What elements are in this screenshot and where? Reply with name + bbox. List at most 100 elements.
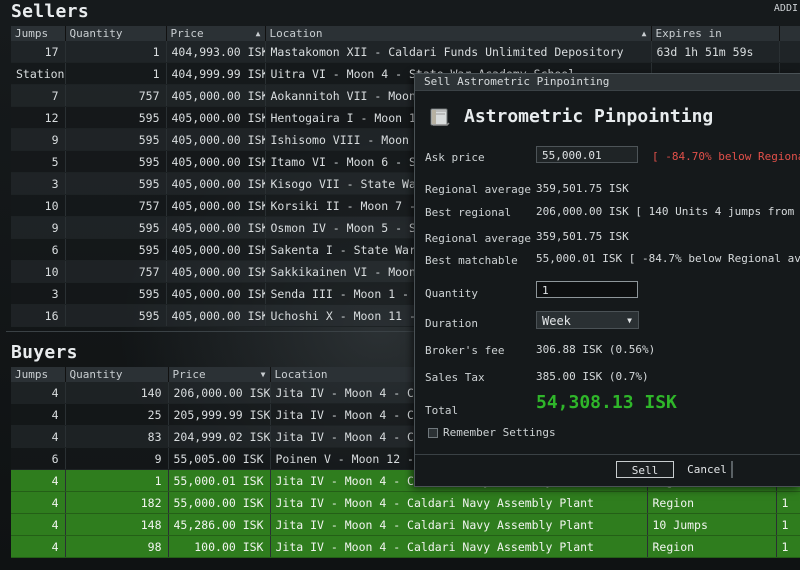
item-name: Astrometric Pinpointing: [464, 106, 714, 127]
table-row[interactable]: 4 98 100.00 ISK Jita IV - Moon 4 - Caldari …: [11, 535, 800, 558]
sales-tax-label: Sales Tax: [425, 371, 485, 384]
cell-jumps: 6: [11, 238, 66, 261]
remember-settings-label[interactable]: Remember Settings: [443, 426, 556, 439]
cell-quantity: 595: [65, 106, 167, 129]
duration-select[interactable]: Week ▼: [536, 311, 639, 329]
regional-average-2-label: Regional average: [425, 232, 531, 245]
duration-label: Duration: [425, 317, 478, 330]
cell-jumps: 5: [11, 150, 66, 173]
cell-jumps: 4: [11, 491, 66, 514]
table-row[interactable]: 17 1 404,993.00 ISK Mastakomon XII - Caldar…: [11, 41, 800, 63]
cell-quantity: 1: [65, 41, 167, 63]
sell-button[interactable]: Sell: [616, 461, 674, 478]
cell-location: Jita IV - Moon 4 - Caldari Navy Assembly…: [270, 513, 648, 536]
best-regional-label: Best regional: [425, 206, 512, 219]
cell-jumps: 6: [11, 447, 66, 470]
cell-quantity: 9: [65, 447, 169, 470]
cell-quantity: 1: [65, 62, 167, 85]
table-row[interactable]: 4 182 55,000.00 ISK Jita IV - Moon 4 - Cald…: [11, 491, 800, 514]
brokers-fee-value: 306.88 ISK (0.56%): [536, 343, 656, 356]
cell-price: 100.00 ISK: [168, 535, 271, 558]
cell-jumps: 9: [11, 128, 66, 151]
cell-price: 404,999.99 ISK: [166, 62, 266, 85]
cell-quantity: 182: [65, 491, 169, 514]
dialog-footer-divider: [415, 454, 800, 455]
best-matchable-label: Best matchable: [425, 254, 518, 267]
cell-jumps: 7: [11, 84, 66, 107]
ask-price-label: Ask price: [425, 151, 485, 164]
regional-average-label: Regional average: [425, 183, 531, 196]
cell-jumps: 17: [11, 41, 66, 63]
ask-price-input[interactable]: 55,000.01: [536, 146, 638, 163]
sales-tax-value: 385.00 ISK (0.7%): [536, 370, 649, 383]
col-quantity[interactable]: Quantity: [65, 26, 167, 41]
cell-jumps: 3: [11, 172, 66, 195]
cell-location: Jita IV - Moon 4 - Caldari Navy Assembly…: [270, 491, 648, 514]
quantity-input[interactable]: 1: [536, 281, 638, 298]
cell-price: 405,000.00 ISK: [166, 282, 266, 305]
cell-price: 405,000.00 ISK: [166, 260, 266, 283]
cell-price: 405,000.00 ISK: [166, 150, 266, 173]
cell-price: 206,000.00 ISK: [168, 382, 271, 404]
total-label: Total: [425, 404, 459, 417]
col-expires[interactable]: Expires in: [651, 26, 780, 41]
total-value: 54,308.13 ISK: [536, 392, 677, 413]
cell-quantity: 148: [65, 513, 169, 536]
cell-jumps: 10: [11, 260, 66, 283]
col-price[interactable]: Price: [166, 26, 266, 41]
sellers-title: Sellers: [11, 1, 89, 22]
best-matchable-value: 55,000.01 ISK [ -84.7% below Regional av…: [536, 252, 800, 265]
cell-quantity: 595: [65, 128, 167, 151]
cell-jumps: 12: [11, 106, 66, 129]
col-price[interactable]: Price: [168, 367, 271, 382]
table-row[interactable]: 4 148 45,286.00 ISK Jita IV - Moon 4 - Cald…: [11, 513, 800, 536]
cell-price: 45,286.00 ISK: [168, 513, 271, 536]
col-jumps[interactable]: Jumps: [11, 367, 66, 382]
cell-quantity: 595: [65, 304, 167, 327]
cell-jumps: 4: [11, 382, 66, 404]
dialog-titlebar[interactable]: Sell Astrometric Pinpointing: [415, 74, 800, 91]
col-quantity[interactable]: Quantity: [65, 367, 169, 382]
cell-quantity: 140: [65, 382, 169, 404]
cell-quantity: 757: [65, 260, 167, 283]
cell-quantity: 25: [65, 403, 169, 426]
col-location[interactable]: Location: [265, 26, 652, 41]
cancel-button[interactable]: Cancel: [683, 461, 733, 478]
cell-jumps: Station: [11, 62, 66, 85]
cell-range: Region: [647, 535, 777, 558]
col-extra[interactable]: [779, 26, 800, 41]
cell-pad: [779, 41, 800, 63]
duration-value: Week: [542, 314, 571, 328]
cell-extra: 1: [776, 535, 800, 558]
top-right-label[interactable]: ADDI: [774, 3, 798, 14]
cell-jumps: 4: [11, 469, 66, 492]
cell-quantity: 595: [65, 150, 167, 173]
cell-price: 205,999.99 ISK: [168, 403, 271, 426]
book-icon: [429, 106, 451, 128]
cell-quantity: 98: [65, 535, 169, 558]
cell-jumps: 9: [11, 216, 66, 239]
col-jumps[interactable]: Jumps: [11, 26, 66, 41]
cell-quantity: 1: [65, 469, 169, 492]
sellers-header-row: Jumps Quantity Price Location Expires in: [11, 26, 800, 41]
cell-jumps: 4: [11, 535, 66, 558]
cell-price: 404,993.00 ISK: [166, 41, 266, 63]
cell-quantity: 757: [65, 84, 167, 107]
ask-price-note: [ -84.70% below Regional: [652, 150, 800, 163]
cell-location: Jita IV - Moon 4 - Caldari Navy Assembly…: [270, 535, 648, 558]
cell-quantity: 83: [65, 425, 169, 448]
cell-jumps: 10: [11, 194, 66, 217]
cell-quantity: 595: [65, 238, 167, 261]
cell-price: 405,000.00 ISK: [166, 216, 266, 239]
best-regional-value: 206,000.00 ISK [ 140 Units 4 jumps from …: [536, 205, 800, 218]
cell-quantity: 595: [65, 172, 167, 195]
cell-location: Mastakomon XII - Caldari Funds Unlimited…: [265, 41, 652, 63]
cell-price: 405,000.00 ISK: [166, 304, 266, 327]
brokers-fee-label: Broker's fee: [425, 344, 505, 357]
regional-average-2-value: 359,501.75 ISK: [536, 230, 629, 243]
quantity-label: Quantity: [425, 287, 478, 300]
remember-settings-checkbox[interactable]: [428, 428, 438, 438]
sell-dialog: Sell Astrometric Pinpointing Astrometric…: [414, 73, 800, 487]
cell-range: 10 Jumps: [647, 513, 777, 536]
buyers-title: Buyers: [11, 342, 78, 363]
